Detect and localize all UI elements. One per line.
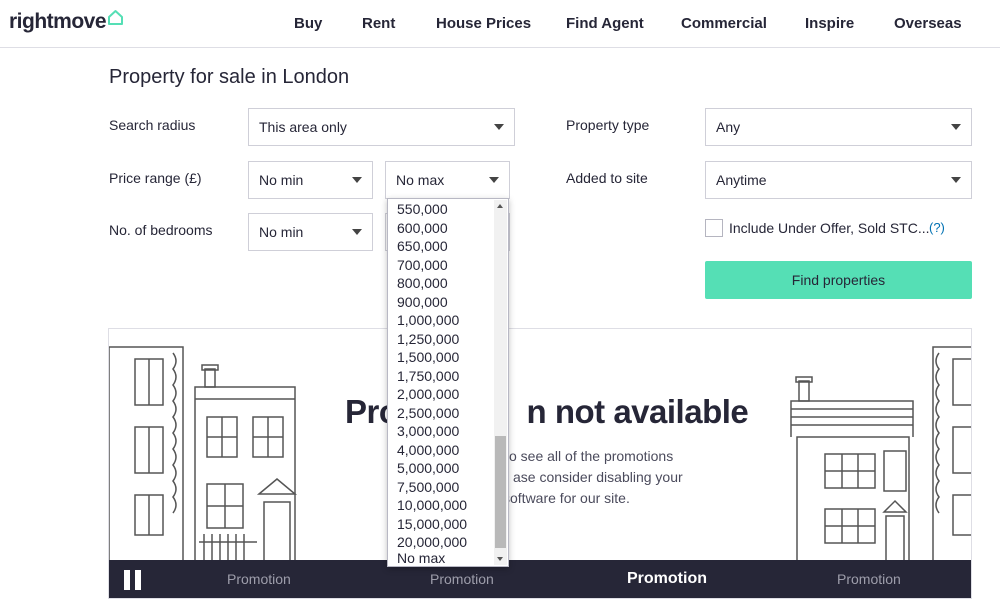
promotion-tab-2[interactable]: Promotion [430,571,494,587]
price-max-select[interactable]: No max [385,161,510,199]
dropdown-option[interactable]: 3,000,000 [397,422,459,441]
dropdown-option[interactable]: 650,000 [397,237,448,256]
price-min-value: No min [259,172,304,188]
dropdown-option[interactable]: 7,500,000 [397,478,459,497]
bedrooms-min-select[interactable]: No min [248,213,373,251]
chevron-down-icon [352,229,362,235]
price-min-select[interactable]: No min [248,161,373,199]
added-to-site-label: Added to site [566,170,648,186]
nav-rent[interactable]: Rent [362,15,395,32]
help-link[interactable]: (?) [929,220,945,235]
left-buildings-illustration [109,346,298,560]
property-type-value: Any [716,119,741,135]
chevron-down-icon [489,177,499,183]
promo-title-right: n not available [526,393,749,430]
search-radius-select[interactable]: This area only [248,108,515,146]
promo-message-line: software for our site. [503,490,630,506]
dropdown-option[interactable]: 800,000 [397,274,448,293]
promotion-tab-4[interactable]: Promotion [837,571,901,587]
added-to-site-select[interactable]: Anytime [705,161,972,199]
dropdown-option[interactable]: No max [397,549,445,566]
page-title: Property for sale in London [109,66,350,88]
price-range-label: Price range (£) [109,170,202,186]
include-under-offer-label[interactable]: Include Under Offer, Sold STC... [729,220,930,236]
nav-house-prices[interactable]: House Prices [436,15,531,32]
dropdown-option[interactable]: 700,000 [397,256,448,275]
dropdown-option[interactable]: 2,500,000 [397,404,459,423]
promotion-tab-3[interactable]: Promotion [627,570,707,588]
dropdown-option[interactable]: 1,500,000 [397,348,459,367]
dropdown-option[interactable]: 1,000,000 [397,311,459,330]
dropdown-scrollbar[interactable] [494,200,507,565]
chevron-down-icon [951,124,961,130]
dropdown-option[interactable]: 1,250,000 [397,330,459,349]
chevron-down-icon [494,124,504,130]
promotion-tab-bar: Promotion Promotion Promotion Promotion [109,560,971,598]
chevron-down-icon [352,177,362,183]
pause-icon[interactable] [124,570,144,590]
dropdown-option[interactable]: 2,000,000 [397,385,459,404]
nav-commercial[interactable]: Commercial [681,15,767,32]
bedrooms-min-value: No min [259,224,304,240]
nav-find-agent[interactable]: Find Agent [566,15,644,32]
scrollbar-thumb[interactable] [495,436,506,548]
promo-message-line: ase consider disabling your [513,469,683,485]
include-under-offer-checkbox[interactable] [705,219,723,237]
price-max-value: No max [396,172,445,188]
property-type-select[interactable]: Any [705,108,972,146]
nav-buy[interactable]: Buy [294,15,322,32]
dropdown-option[interactable]: 600,000 [397,219,448,238]
promotion-banner: Pro n not available o see all of the prom… [108,328,972,599]
dropdown-option[interactable]: 10,000,000 [397,496,467,515]
dropdown-option[interactable]: 5,000,000 [397,459,459,478]
dropdown-option[interactable]: 900,000 [397,293,448,312]
bedrooms-label: No. of bedrooms [109,222,213,238]
dropdown-option[interactable]: 550,000 [397,200,448,219]
property-type-label: Property type [566,117,650,133]
dropdown-option[interactable]: 15,000,000 [397,515,467,534]
dropdown-option[interactable]: 1,750,000 [397,367,459,386]
rightmove-logo[interactable]: rightmove [9,10,107,34]
promo-message-line: o see all of the promotions [509,448,674,464]
right-buildings-illustration [790,346,971,560]
promotion-tab-1[interactable]: Promotion [227,571,291,587]
search-radius-label: Search radius [109,117,196,133]
site-header: rightmove Buy Rent House Prices Find Age… [0,0,1000,48]
nav-inspire[interactable]: Inspire [805,15,854,32]
added-to-site-value: Anytime [716,172,767,188]
max-price-dropdown-list[interactable]: 550,000 600,000 650,000 700,000 800,000 … [387,198,509,567]
scroll-down-arrow-icon[interactable] [497,557,503,561]
search-radius-value: This area only [259,119,347,135]
dropdown-option[interactable]: 4,000,000 [397,441,459,460]
chevron-down-icon [951,177,961,183]
nav-overseas[interactable]: Overseas [894,15,962,32]
scroll-up-arrow-icon[interactable] [497,204,503,208]
find-properties-button[interactable]: Find properties [705,261,972,299]
promo-message: o see all of the promotions ase consider… [503,446,909,509]
house-logo-icon [108,10,123,25]
